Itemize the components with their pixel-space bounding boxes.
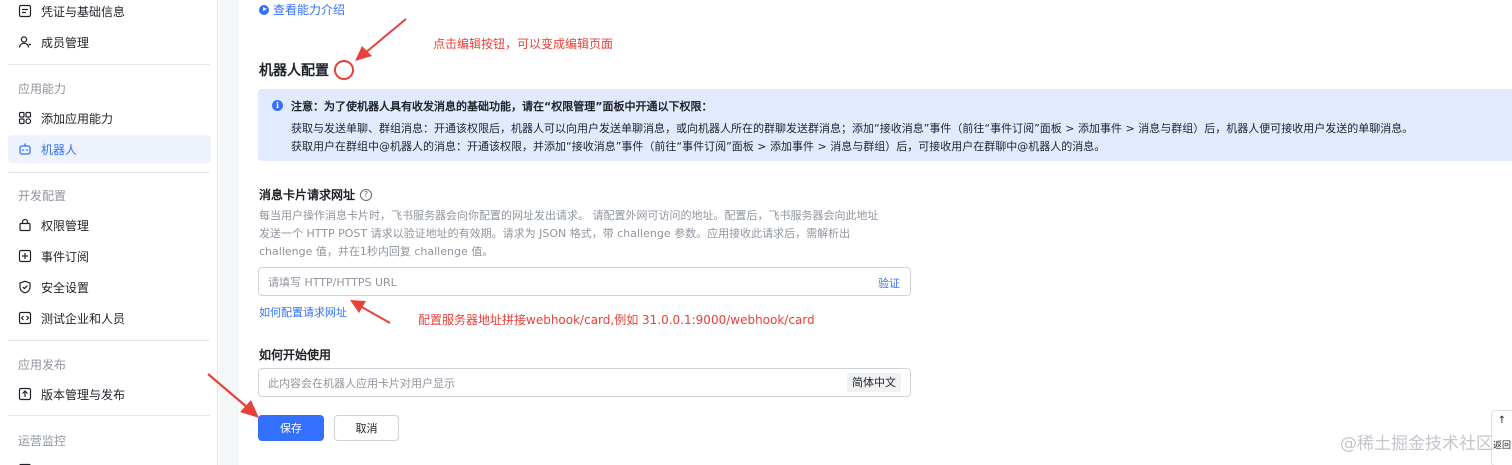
sidebar-item-security[interactable]: 安全设置 (8, 273, 211, 301)
sidebar-item-label: 事件订阅 (41, 249, 90, 264)
edit-hint-annotation: 点击编辑按钮，可以变成编辑页面 (433, 37, 614, 51)
getting-started-input[interactable]: 此内容会在机器人应用卡片对用户显示 简体中文 (258, 368, 911, 397)
capability-intro-label: 查看能力介绍 (273, 3, 346, 17)
sidebar: 凭证与基础信息 成员管理 应用能力 添加应用能力 机器人 开发配置 权限管理 事… (0, 0, 218, 465)
permission-notice: i 注意：为了使机器人具有收发消息的基础功能，请在“权限管理”面板中开通以下权限… (258, 89, 1512, 161)
test-icon (18, 311, 32, 325)
shield-icon (18, 280, 32, 294)
card-url-input[interactable]: 请填写 HTTP/HTTPS URL 验证 (258, 267, 911, 296)
card-url-label: 消息卡片请求网址 ? (259, 186, 373, 203)
notice-line: 获取用户在群组中@机器人的消息：开通该权限，并添加“接收消息”事件（前往“事件订… (291, 140, 1106, 153)
app-grid-icon (18, 111, 32, 125)
sidebar-item-label: 版本管理与发布 (41, 387, 126, 402)
verify-button[interactable]: 验证 (878, 275, 900, 291)
sidebar-item-add-capability[interactable]: 添加应用能力 (8, 104, 211, 132)
card-url-placeholder: 请填写 HTTP/HTTPS URL (268, 275, 397, 289)
credential-icon (18, 4, 32, 18)
cancel-button[interactable]: 取消 (334, 415, 399, 441)
save-button[interactable]: 保存 (258, 415, 324, 441)
sidebar-item-permissions[interactable]: 权限管理 (8, 211, 211, 239)
sidebar-section-title: 应用发布 (18, 358, 67, 372)
back-to-top-button[interactable]: ↑ 返回 (1491, 410, 1512, 465)
sidebar-item-label: 安全设置 (41, 280, 90, 295)
permission-icon (18, 218, 32, 232)
description-line: 每当用户操作消息卡片时，飞书服务器会向你配置的网址发出请求。 请配置外网可访问的… (259, 209, 879, 222)
description-line: 发送一个 HTTP POST 请求以验证地址的有效期。请求为 JSON 格式，带… (259, 227, 851, 240)
arrow-up-icon: ↑ (1497, 415, 1507, 426)
sidebar-divider (8, 415, 210, 416)
getting-started-placeholder: 此内容会在机器人应用卡片对用户显示 (268, 376, 455, 390)
sidebar-item-label: 成员管理 (41, 35, 90, 50)
page: 凭证与基础信息 成员管理 应用能力 添加应用能力 机器人 开发配置 权限管理 事… (0, 0, 1512, 465)
main-content: 查看能力介绍 机器人配置 i 注意：为了使机器人具有收发消息的基础功能，请在“权… (239, 0, 1512, 465)
publish-icon (18, 387, 32, 401)
edit-hint-arrow (355, 18, 407, 61)
help-icon[interactable]: ? (360, 188, 373, 201)
sidebar-item-test-tenants[interactable]: 测试企业和人员 (8, 304, 211, 332)
sidebar-item-label: 机器人 (41, 142, 78, 157)
sidebar-section-title: 开发配置 (18, 189, 67, 203)
sidebar-section-title: 运营监控 (18, 434, 67, 448)
url-hint-annotation: 配置服务器地址拼接webhook/card,例如 31.0.0.1:9000/w… (418, 313, 815, 327)
event-icon (18, 249, 32, 263)
capability-intro-link[interactable]: 查看能力介绍 (259, 1, 345, 18)
sidebar-item-partial[interactable] (8, 456, 211, 465)
sidebar-item-label: 测试企业和人员 (41, 311, 126, 326)
url-hint-arrow (350, 300, 391, 324)
robot-icon (18, 142, 32, 156)
sidebar-item-robot[interactable]: 机器人 (8, 135, 211, 163)
description-line: challenge 值，并在1秒内回复 challenge 值。 (259, 245, 494, 258)
back-label: 返回 (1492, 441, 1511, 451)
sidebar-item-label: 添加应用能力 (41, 111, 114, 126)
sidebar-divider (8, 64, 210, 65)
section-title: 机器人配置 (259, 63, 329, 79)
configure-url-help-link[interactable]: 如何配置请求网址 (259, 304, 347, 320)
sidebar-section-title: 应用能力 (18, 82, 67, 96)
sidebar-item-label: 权限管理 (41, 218, 90, 233)
member-icon (18, 35, 32, 49)
notice-title: 注意：为了使机器人具有收发消息的基础功能，请在“权限管理”面板中开通以下权限： (291, 100, 713, 113)
notice-line: 获取与发送单聊、群组消息：开通该权限后，机器人可以向用户发送单聊消息，或向机器人… (291, 122, 1414, 135)
card-url-label-text: 消息卡片请求网址 (259, 188, 356, 202)
sidebar-item-events[interactable]: 事件订阅 (8, 242, 211, 270)
sidebar-item-members[interactable]: 成员管理 (8, 28, 211, 56)
sidebar-divider (8, 172, 210, 173)
save-hint-arrow (207, 373, 259, 418)
card-url-description: 每当用户操作消息卡片时，飞书服务器会向你配置的网址发出请求。 请配置外网可访问的… (259, 207, 909, 261)
watermark: @稀土掘金技术社区 (1340, 434, 1493, 454)
sidebar-divider (8, 340, 210, 341)
getting-started-label: 如何开始使用 (259, 348, 332, 362)
sidebar-item-label: 凭证与基础信息 (41, 4, 126, 19)
sidebar-item-credentials[interactable]: 凭证与基础信息 (8, 0, 211, 25)
sidebar-item-publish[interactable]: 版本管理与发布 (8, 380, 211, 408)
play-icon (259, 4, 269, 15)
language-select[interactable]: 简体中文 (847, 373, 901, 392)
info-icon: i (272, 100, 283, 111)
